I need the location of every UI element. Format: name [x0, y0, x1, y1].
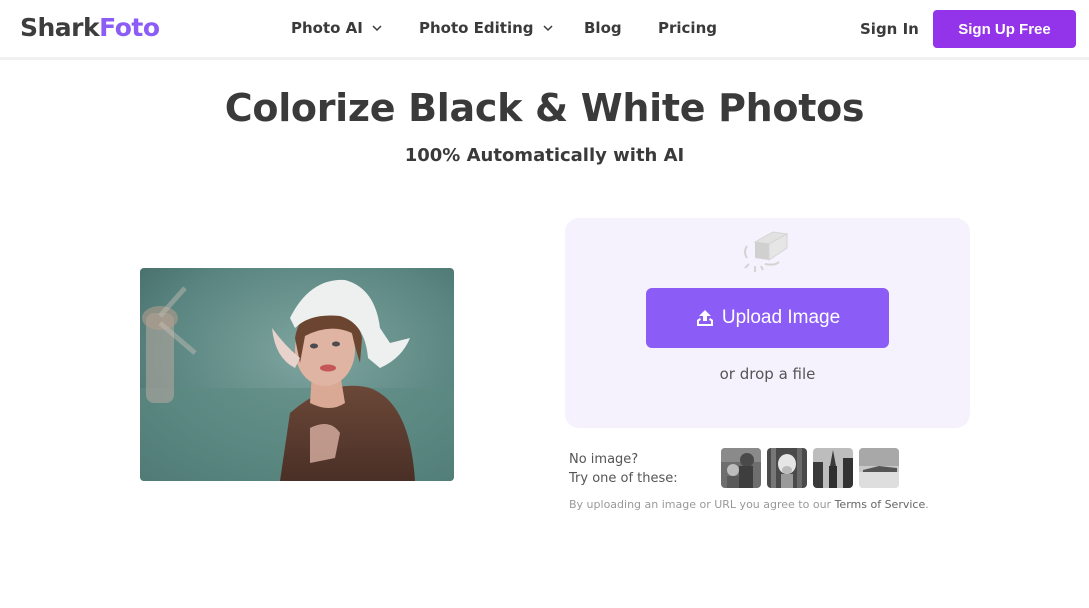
nav-pricing-label: Pricing — [658, 19, 717, 37]
logo[interactable]: SharkFoto — [20, 13, 160, 42]
upload-dropzone[interactable]: Upload Image or drop a file — [565, 218, 970, 428]
page-title: Colorize Black & White Photos — [224, 86, 865, 130]
sample-prompt: No image? Try one of these: — [569, 450, 678, 488]
nav-pricing[interactable]: Pricing — [658, 19, 717, 37]
sample-prompt-line2: Try one of these: — [569, 471, 678, 486]
sign-in-label: Sign In — [860, 20, 919, 38]
page-subtitle: 100% Automatically with AI — [404, 145, 685, 166]
nav-photo-ai-label: Photo AI — [291, 19, 363, 37]
chevron-down-icon — [372, 25, 382, 32]
nav-photo-editing[interactable]: Photo Editing — [419, 19, 554, 37]
sample-thumbnails — [721, 448, 899, 488]
sample-thumbnail-children[interactable] — [721, 448, 761, 488]
nav-photo-ai[interactable]: Photo AI — [291, 19, 383, 37]
sample-thumbnail-landscape[interactable] — [859, 448, 899, 488]
nav-blog-label: Blog — [584, 19, 622, 37]
sample-thumbnail-church[interactable] — [813, 448, 853, 488]
navbar: SharkFoto Photo AI Photo Editing Blog Pr… — [0, 0, 1089, 60]
terms-suffix: . — [925, 498, 929, 511]
nav-blog[interactable]: Blog — [584, 19, 622, 37]
logo-text-foto: Foto — [99, 13, 160, 42]
sample-colorized-photo — [140, 268, 454, 481]
terms-of-service-link[interactable]: Terms of Service — [835, 498, 926, 511]
nav-photo-editing-label: Photo Editing — [419, 19, 534, 37]
eraser-icon — [744, 231, 789, 272]
upload-image-label: Upload Image — [721, 307, 841, 328]
drop-file-text: or drop a file — [719, 365, 816, 383]
sample-thumbnail-dog[interactable] — [767, 448, 807, 488]
terms-notice: By uploading an image or URL you agree t… — [569, 498, 929, 511]
upload-icon — [696, 310, 713, 326]
sign-in-link[interactable]: Sign In — [860, 20, 919, 38]
chevron-down-icon — [543, 25, 553, 32]
terms-prefix: By uploading an image or URL you agree t… — [569, 498, 835, 511]
upload-image-button[interactable]: Upload Image — [646, 288, 889, 348]
sign-up-button[interactable]: Sign Up Free — [933, 10, 1076, 48]
logo-text-shark: Shark — [20, 13, 100, 42]
sample-prompt-line1: No image? — [569, 452, 639, 467]
